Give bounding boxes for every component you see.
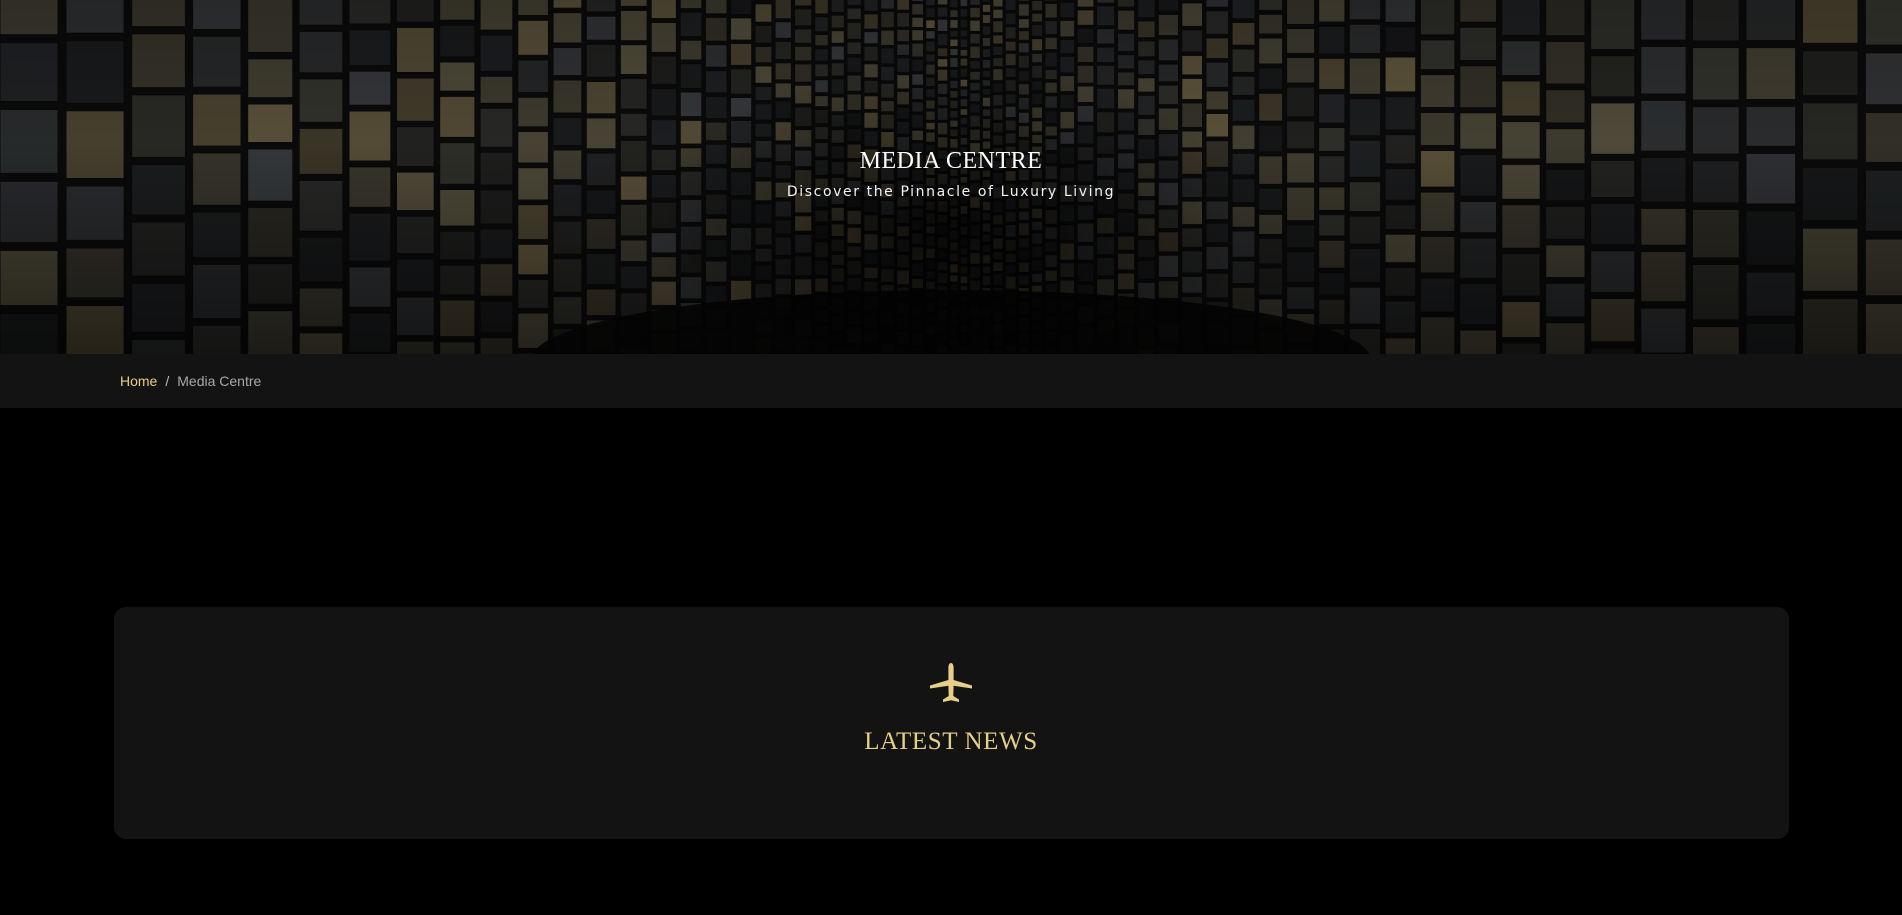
hero-banner: MEDIA CENTRE Discover the Pinnacle of Lu… xyxy=(0,0,1902,354)
breadcrumb-bar: Home / Media Centre xyxy=(0,354,1902,408)
page-title: MEDIA CENTRE xyxy=(859,148,1043,174)
breadcrumb-separator: / xyxy=(165,373,170,389)
latest-news-card xyxy=(114,607,1789,839)
page-subtitle: Discover the Pinnacle of Luxury Living xyxy=(786,184,1116,200)
latest-news-title: LATEST NEWS xyxy=(864,728,1038,755)
breadcrumb: Home / Media Centre xyxy=(120,373,261,389)
airplane-icon xyxy=(930,663,972,702)
breadcrumb-home-link[interactable]: Home xyxy=(120,373,157,389)
breadcrumb-current: Media Centre xyxy=(177,373,262,389)
hero-overlay xyxy=(0,0,1902,354)
